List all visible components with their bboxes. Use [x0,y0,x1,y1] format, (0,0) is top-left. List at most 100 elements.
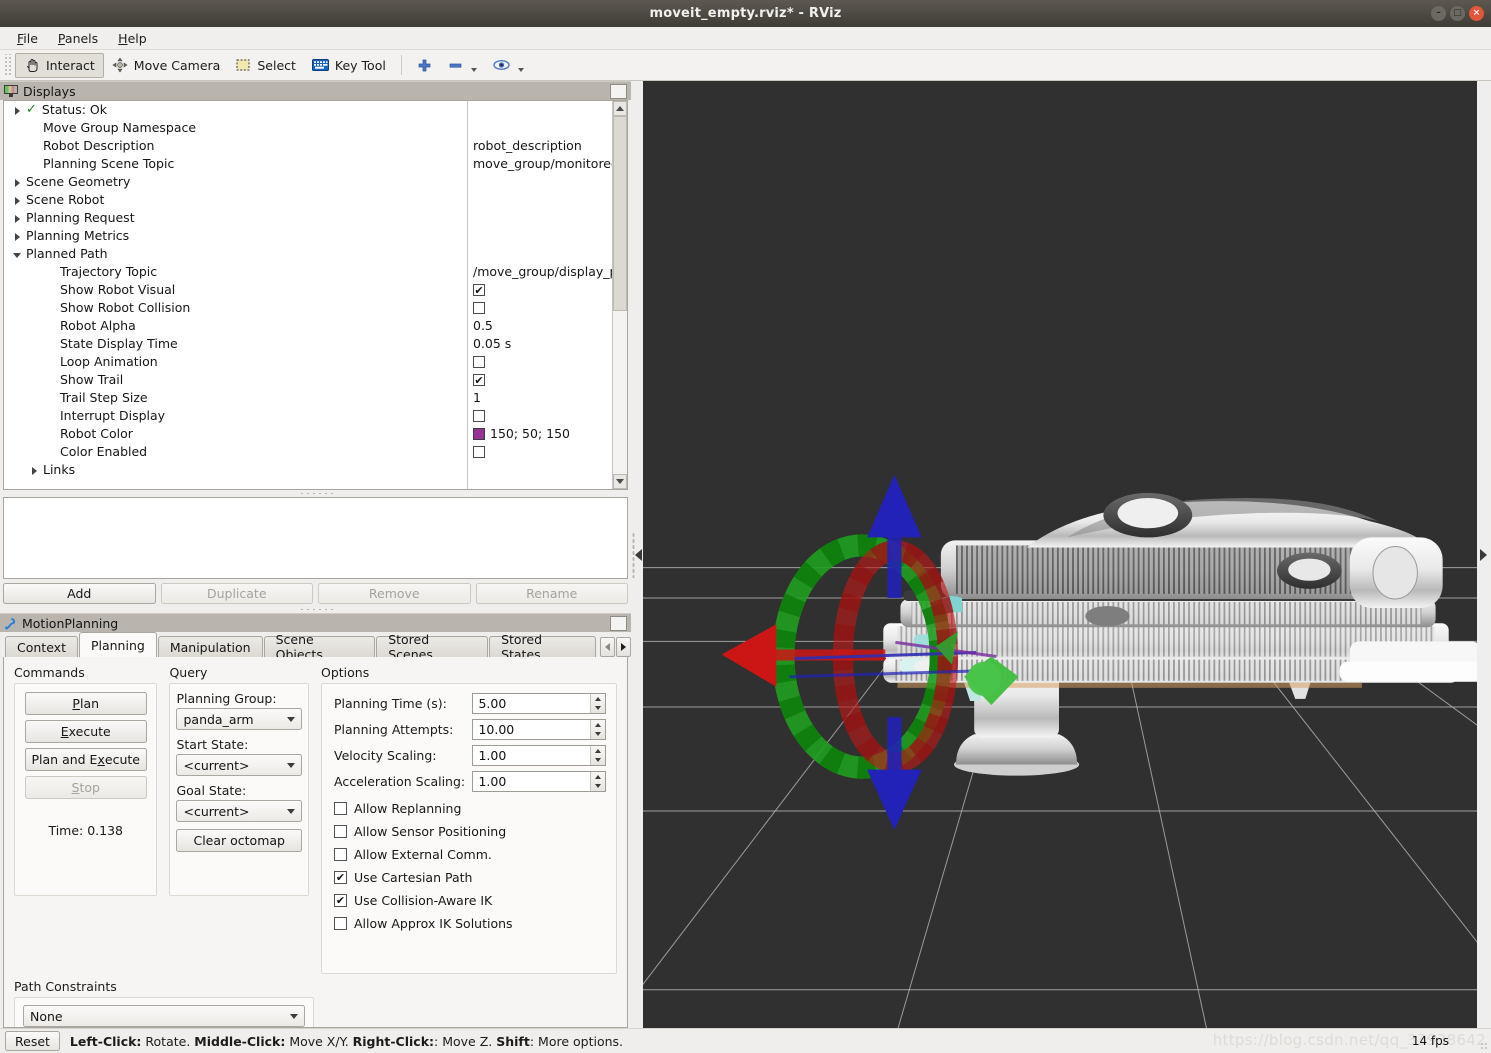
add-display-button[interactable]: Add [3,583,156,604]
plan-button[interactable]: Plan [24,692,147,715]
display-tree-value[interactable] [468,101,612,119]
option-checkbox[interactable] [334,848,347,861]
chevron-right-icon[interactable] [12,105,23,116]
display-tree-row[interactable]: Planning Metrics [4,227,467,245]
display-tree-row[interactable]: Planned Path [4,245,467,263]
clear-octomap-button[interactable]: Clear octomap [176,829,302,852]
option-checkbox-row[interactable]: Allow Sensor Positioning [334,820,606,843]
motionplanning-splitter-handle[interactable] [0,606,631,613]
menu-help[interactable]: Help [109,29,156,48]
display-tree-value[interactable]: 0.5 [468,317,612,335]
display-tree-row[interactable]: Trajectory Topic [4,263,467,281]
display-tree-row[interactable]: State Display Time [4,335,467,353]
display-tree-row[interactable]: Interrupt Display [4,407,467,425]
plan-and-execute-button[interactable]: Plan and Ex ecute [24,748,147,771]
float-panel-button[interactable] [610,83,627,99]
resize-grip[interactable] [1480,1042,1489,1051]
display-tree-value[interactable]: ✔ [468,371,612,389]
chevron-right-icon[interactable] [12,195,23,206]
scroll-down-button[interactable] [613,474,627,489]
display-tree-value[interactable]: 150; 50; 150 [468,425,612,443]
reset-button[interactable]: Reset [5,1031,60,1051]
display-tree-row[interactable]: Show Robot Visual [4,281,467,299]
display-tree-value[interactable] [468,209,612,227]
display-tree-row[interactable]: Robot Description [4,137,467,155]
tab-stored-scenes[interactable]: Stored Scenes [376,632,489,662]
display-tree-value[interactable] [468,407,612,425]
display-checkbox[interactable] [473,356,485,368]
chevron-right-icon[interactable] [29,465,40,476]
tab-manipulation[interactable]: Manipulation [157,636,263,657]
display-tree-value[interactable] [468,299,612,317]
interactive-marker[interactable] [721,474,1019,831]
color-swatch[interactable] [473,428,485,440]
tab-context[interactable]: Context [5,636,78,657]
display-tree-row[interactable]: Links [4,461,467,479]
display-checkbox[interactable]: ✔ [473,374,485,386]
display-tree-value[interactable] [468,227,612,245]
chevron-down-icon[interactable] [595,784,601,789]
displays-scrollbar[interactable] [612,101,627,489]
chevron-down-icon[interactable] [595,732,601,737]
maximize-button[interactable]: □ [1450,6,1465,21]
right-splitter[interactable] [1477,81,1491,1028]
chevron-up-icon[interactable] [595,774,601,779]
left-splitter[interactable] [631,81,643,1028]
chevron-right-icon[interactable] [12,177,23,188]
option-checkbox-row[interactable]: Allow External Comm. [334,843,606,866]
option-checkbox[interactable]: ✔ [334,871,347,884]
tool-move-camera[interactable]: Move Camera [104,53,229,78]
display-tree-value[interactable]: robot_description [468,137,612,155]
tab-scroll-left-button[interactable] [599,637,615,657]
spinner-buttons[interactable] [590,746,605,765]
display-checkbox[interactable] [473,302,485,314]
robot-model[interactable] [643,81,1477,1028]
chevron-down-icon[interactable] [470,67,477,72]
stop-button[interactable]: Stop [24,776,147,799]
tool-select[interactable]: Select [228,53,304,78]
option-spinner[interactable]: 1.00 [472,771,606,792]
display-tree-value[interactable]: 0.05 s [468,335,612,353]
start-state-combo[interactable]: <current> [176,754,302,776]
display-tree-value[interactable] [468,461,612,479]
tab-stored-states[interactable]: Stored States [489,632,596,662]
view-tool-button[interactable] [485,53,532,78]
planning-group-combo[interactable]: panda_arm [176,708,302,730]
spinner-buttons[interactable] [590,772,605,791]
display-tree-row[interactable]: Move Group Namespace [4,119,467,137]
display-tree-row[interactable]: Show Robot Collision [4,299,467,317]
close-button[interactable]: × [1469,6,1484,21]
option-spinner[interactable]: 10.00 [472,719,606,740]
display-tree-row[interactable]: Scene Geometry [4,173,467,191]
display-tree-row[interactable]: ✓ Status: Ok [4,101,467,119]
display-tree-value[interactable] [468,245,612,263]
scrollbar-thumb[interactable] [613,116,627,311]
display-tree-row[interactable]: Planning Scene Topic [4,155,467,173]
chevron-up-icon[interactable] [595,722,601,727]
chevron-down-icon[interactable] [595,758,601,763]
display-tree-row[interactable]: Planning Request [4,209,467,227]
display-tree-value[interactable]: /move_group/display_pl. [468,263,612,281]
display-tree-row[interactable]: Robot Alpha [4,317,467,335]
spinner-buttons[interactable] [590,720,605,739]
display-tree-value[interactable]: 1 [468,389,612,407]
display-tree-value[interactable] [468,173,612,191]
scrollbar-track[interactable] [613,116,627,474]
displays-splitter-handle[interactable] [0,490,631,497]
display-checkbox[interactable]: ✔ [473,284,485,296]
chevron-right-icon[interactable] [12,231,23,242]
minimize-button[interactable]: – [1431,6,1446,21]
display-tree-row[interactable]: Trail Step Size [4,389,467,407]
option-checkbox-row[interactable]: Allow Approx IK Solutions [334,912,606,935]
display-tree-value[interactable] [468,443,612,461]
chevron-down-icon[interactable] [12,249,23,260]
chevron-down-icon[interactable] [595,706,601,711]
display-tree-value[interactable] [468,353,612,371]
remove-tool-button[interactable] [440,53,485,78]
duplicate-display-button[interactable]: Duplicate [160,583,313,604]
tab-scene-objects[interactable]: Scene Objects [263,632,376,662]
collapse-right-panel-icon[interactable] [1480,548,1487,561]
option-spinner[interactable]: 5.00 [472,693,606,714]
display-tree-row[interactable]: Loop Animation [4,353,467,371]
float-panel-button[interactable] [610,615,627,631]
